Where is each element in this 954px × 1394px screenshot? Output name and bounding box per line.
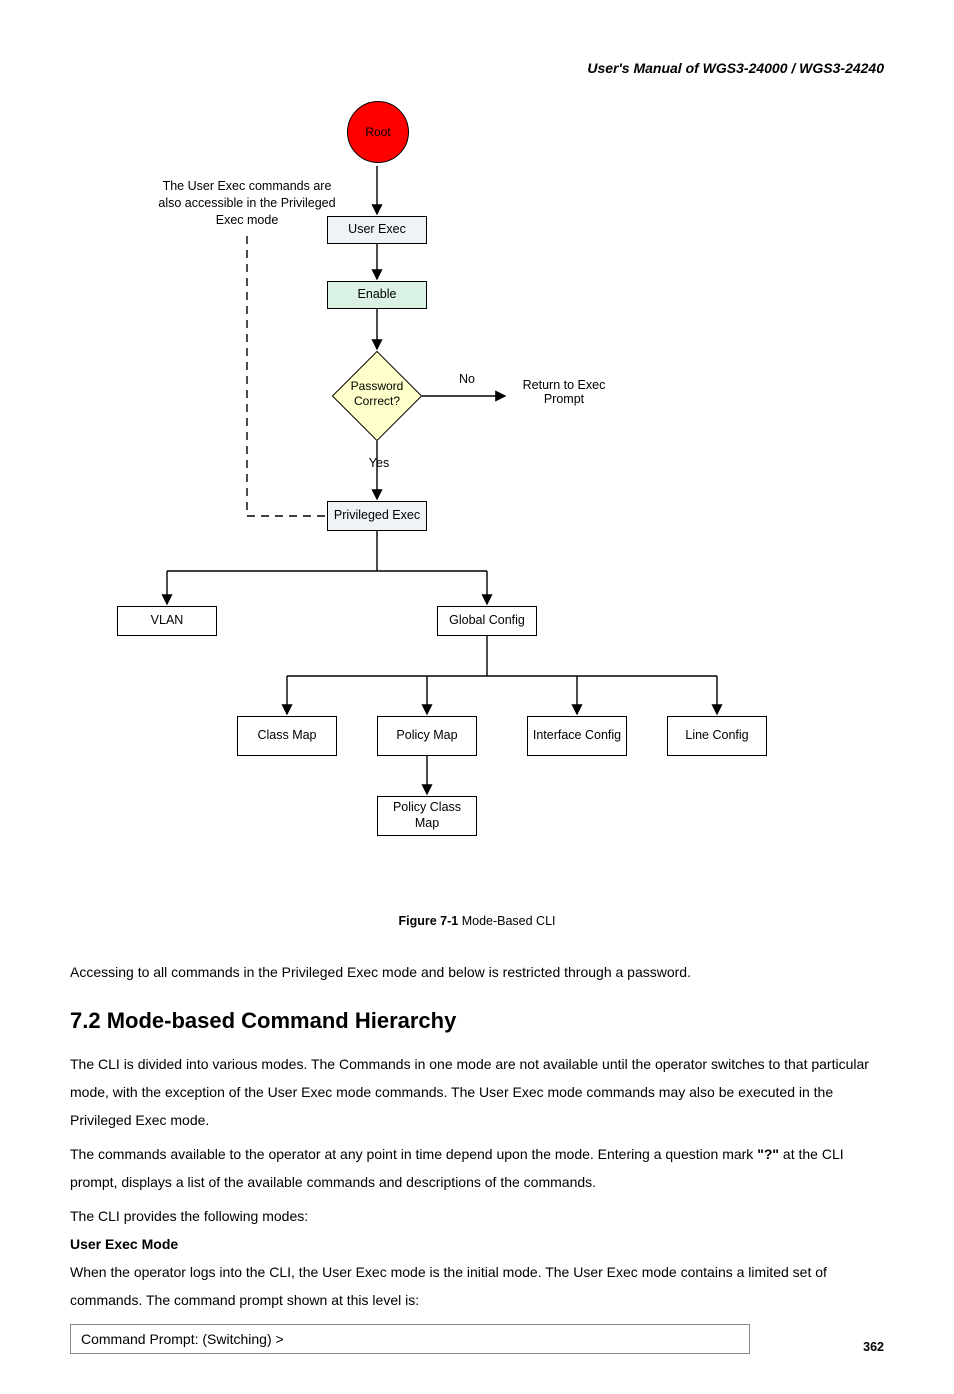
node-interface-config-label: Interface Config: [533, 728, 621, 744]
label-yes: Yes: [359, 456, 399, 470]
document-page: User's Manual of WGS3-24000 / WGS3-24240: [0, 0, 954, 1394]
node-global-config: Global Config: [437, 606, 537, 636]
node-global-config-label: Global Config: [449, 613, 525, 629]
node-enable: Enable: [327, 281, 427, 309]
node-class-map: Class Map: [237, 716, 337, 756]
figure-caption: Figure 7-1 Mode-Based CLI: [70, 914, 884, 928]
node-user-exec: User Exec: [327, 216, 427, 244]
node-user-exec-label: User Exec: [348, 222, 406, 238]
question-mark-bold: "?": [757, 1146, 779, 1162]
node-policy-class-map: Policy Class Map: [377, 796, 477, 836]
label-return-prompt: Return to Exec Prompt: [509, 378, 619, 406]
paragraph-question-mark-pre: The commands available to the operator a…: [70, 1146, 757, 1162]
figure-caption-number: Figure 7-1: [398, 914, 458, 928]
subheading-user-exec: User Exec Mode: [70, 1236, 884, 1252]
running-header: User's Manual of WGS3-24000 / WGS3-24240: [70, 60, 884, 76]
node-policy-map-label: Policy Map: [396, 728, 457, 744]
node-vlan: VLAN: [117, 606, 217, 636]
node-vlan-label: VLAN: [151, 613, 184, 629]
node-policy-map: Policy Map: [377, 716, 477, 756]
node-class-map-label: Class Map: [257, 728, 316, 744]
section-heading: 7.2 Mode-based Command Hierarchy: [70, 1008, 884, 1034]
label-no: No: [447, 372, 487, 386]
side-note: The User Exec commands are also accessib…: [157, 178, 337, 229]
paragraph-modes-list-intro: The CLI provides the following modes:: [70, 1202, 884, 1230]
mode-based-cli-diagram: Root The User Exec commands are also acc…: [77, 96, 877, 906]
node-root: Root: [347, 101, 409, 163]
node-line-config: Line Config: [667, 716, 767, 756]
paragraph-question-mark: The commands available to the operator a…: [70, 1140, 884, 1196]
paragraph-access-restricted: Accessing to all commands in the Privile…: [70, 958, 884, 986]
command-prompt-text: Command Prompt: (Switching) >: [81, 1331, 284, 1347]
node-enable-label: Enable: [358, 287, 397, 303]
figure-caption-text: Mode-Based CLI: [458, 914, 555, 928]
node-password-decision: Password Correct?: [332, 351, 422, 441]
page-number: 362: [863, 1340, 884, 1354]
paragraph-user-exec-desc: When the operator logs into the CLI, the…: [70, 1258, 884, 1314]
node-interface-config: Interface Config: [527, 716, 627, 756]
node-root-label: Root: [365, 125, 390, 139]
node-privileged-exec: Privileged Exec: [327, 501, 427, 531]
paragraph-cli-modes: The CLI is divided into various modes. T…: [70, 1050, 884, 1134]
node-line-config-label: Line Config: [685, 728, 748, 744]
node-password-decision-label: Password Correct?: [332, 379, 422, 409]
node-policy-class-map-label: Policy Class Map: [382, 800, 472, 831]
node-privileged-exec-label: Privileged Exec: [334, 508, 420, 524]
